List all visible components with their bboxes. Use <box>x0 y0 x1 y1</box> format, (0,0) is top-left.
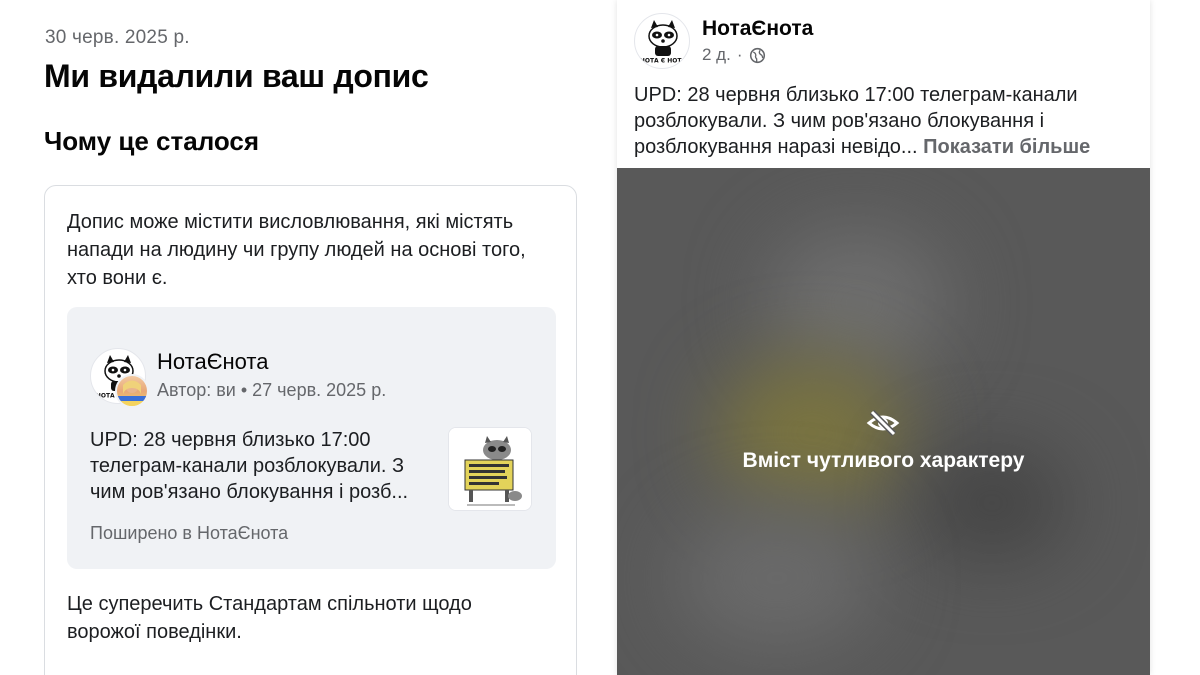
shared-in-label: Поширено в НотаЄнота <box>90 523 289 543</box>
sensitive-content-label: Вміст чутливого характеру <box>742 449 1025 472</box>
meta-separator: · <box>736 45 743 64</box>
show-more-link[interactable]: Показати більше <box>923 136 1090 158</box>
post-text: UPD: 28 червня близько 17:00 телеграм-ка… <box>634 82 1139 160</box>
page-title: Ми видалили ваш допис <box>44 58 429 94</box>
globe-icon <box>749 47 765 63</box>
preview-page-name: НотаЄнота <box>157 349 269 374</box>
reason-card: Допис може містити висловлювання, які мі… <box>44 185 577 675</box>
post-page-name[interactable]: НотаЄнота <box>702 17 813 41</box>
violation-text: Це суперечить Стандартам спільноти щодо … <box>67 593 472 643</box>
post-panel: НОТА Є НОТА НотаЄнота 2 д. · UPD: 28 чер… <box>617 0 1150 675</box>
post-age[interactable]: 2 д. <box>702 45 731 65</box>
eye-slash-icon <box>866 409 900 437</box>
raccoon-logo-icon[interactable]: НОТА Є НОТА <box>634 13 690 69</box>
preview-text: UPD: 28 червня близько 17:00 телеграм-ка… <box>90 429 409 503</box>
removal-notice-panel: 30 черв. 2025 р. Ми видалили ваш допис Ч… <box>0 0 600 675</box>
removed-post-preview[interactable]: НОТА Є НОТА НотаЄнота Автор: ви • 27 чер… <box>67 307 556 569</box>
section-heading: Чому це сталося <box>44 126 260 156</box>
post-meta: 2 д. · <box>702 45 766 65</box>
svg-text:НОТА Є НОТА: НОТА Є НОТА <box>640 58 687 65</box>
raccoon-sign-thumbnail-icon <box>448 427 532 511</box>
user-avatar <box>115 374 149 408</box>
notice-date: 30 черв. 2025 р. <box>45 27 190 48</box>
preview-meta: Автор: ви • 27 черв. 2025 р. <box>157 380 387 400</box>
reason-text: Допис може містити висловлювання, які мі… <box>67 211 526 289</box>
